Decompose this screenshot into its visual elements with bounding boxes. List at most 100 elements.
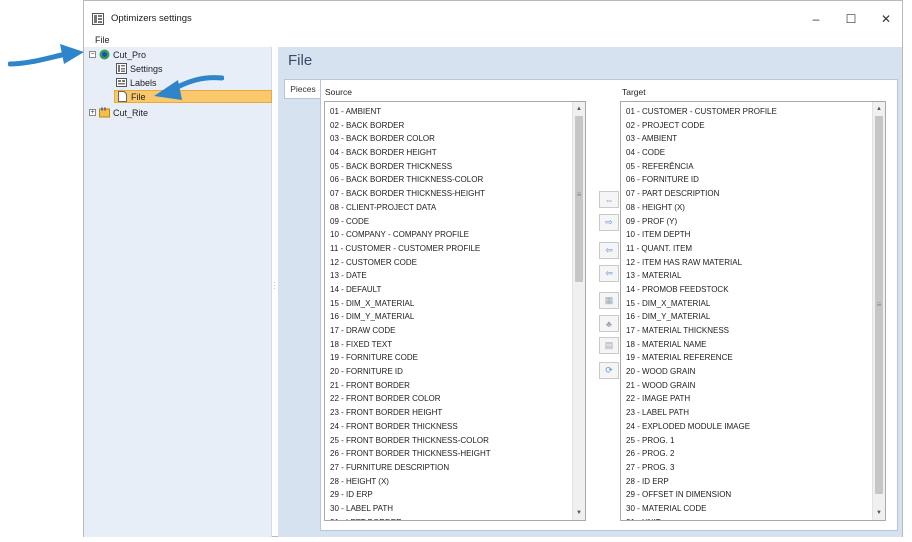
list-item[interactable]: 04 - CODE (626, 146, 885, 160)
list-item[interactable]: 19 - MATERIAL REFERENCE (626, 351, 885, 365)
list-item[interactable]: 18 - FIXED TEXT (330, 338, 585, 352)
list-item[interactable]: 06 - BACK BORDER THICKNESS-COLOR (330, 173, 585, 187)
list-item[interactable]: 26 - FRONT BORDER THICKNESS-HEIGHT (330, 447, 585, 461)
remove-button[interactable]: ⇦ (599, 242, 619, 259)
list-item[interactable]: 22 - IMAGE PATH (626, 392, 885, 406)
list-item[interactable]: 01 - AMBIENT (330, 105, 585, 119)
source-list[interactable]: 01 - AMBIENT 02 - BACK BORDER 03 - BACK BO… (324, 101, 586, 521)
list-item[interactable]: 30 - MATERIAL CODE (626, 502, 885, 516)
list-item[interactable]: 29 - OFFSET IN DIMENSION (626, 488, 885, 502)
target-scrollbar[interactable]: ▲ ≡ ▼ (872, 102, 885, 520)
tree-node-cut-rite[interactable]: + Cut_Rite (89, 106, 148, 119)
list-item[interactable]: 11 - QUANT. ITEM (626, 242, 885, 256)
scroll-thumb[interactable] (575, 116, 583, 282)
list-item[interactable]: 24 - FRONT BORDER THICKNESS (330, 420, 585, 434)
annotation-arrow-icon (8, 44, 84, 67)
tree-item-labels[interactable]: Labels (116, 76, 157, 89)
list-item[interactable]: 22 - FRONT BORDER COLOR (330, 392, 585, 406)
maximize-button[interactable]: ☐ (834, 8, 868, 30)
list-item[interactable]: 21 - FRONT BORDER (330, 379, 585, 393)
list-item[interactable]: 14 - DEFAULT (330, 283, 585, 297)
list-item[interactable]: 10 - COMPANY - COMPANY PROFILE (330, 228, 585, 242)
target-list[interactable]: 01 - CUSTOMER - CUSTOMER PROFILE 02 - PRO… (620, 101, 886, 521)
list-item[interactable]: 12 - CUSTOMER CODE (330, 256, 585, 270)
tree-node-cut-pro[interactable]: − Cut_Pro (89, 48, 146, 61)
list-item[interactable]: 07 - BACK BORDER THICKNESS-HEIGHT (330, 187, 585, 201)
list-item[interactable]: 08 - HEIGHT (X) (626, 201, 885, 215)
list-item[interactable]: 16 - DIM_Y_MATERIAL (330, 310, 585, 324)
scroll-up-icon[interactable]: ▲ (573, 103, 585, 115)
list-item[interactable]: 11 - CUSTOMER - CUSTOMER PROFILE (330, 242, 585, 256)
list-item[interactable]: 02 - PROJECT CODE (626, 119, 885, 133)
collapse-toggle[interactable]: − (89, 51, 96, 58)
list-item[interactable]: 07 - PART DESCRIPTION (626, 187, 885, 201)
list-item[interactable]: 21 - WOOD GRAIN (626, 379, 885, 393)
list-item[interactable]: 17 - MATERIAL THICKNESS (626, 324, 885, 338)
list-item[interactable]: 13 - DATE (330, 269, 585, 283)
expand-toggle[interactable]: + (89, 109, 96, 116)
list-item[interactable]: 31 - UNIT (626, 516, 885, 520)
list-item[interactable]: 10 - ITEM DEPTH (626, 228, 885, 242)
list-item[interactable]: 12 - ITEM HAS RAW MATERIAL (626, 256, 885, 270)
close-button[interactable]: ✕ (869, 8, 903, 30)
target-label: Target (622, 87, 646, 97)
list-item[interactable]: 28 - ID ERP (626, 475, 885, 489)
list-item[interactable]: 13 - MATERIAL (626, 269, 885, 283)
settings-icon (116, 63, 127, 74)
list-item[interactable]: 26 - PROG. 2 (626, 447, 885, 461)
list-item[interactable]: 09 - CODE (330, 215, 585, 229)
refresh-button[interactable]: ⟳ (599, 362, 619, 379)
list-item[interactable]: 23 - FRONT BORDER HEIGHT (330, 406, 585, 420)
list-item[interactable]: 06 - FORNITURE ID (626, 173, 885, 187)
list-item[interactable]: 14 - PROMOB FEEDSTOCK (626, 283, 885, 297)
list-item[interactable]: 27 - PROG. 3 (626, 461, 885, 475)
list-item[interactable]: 05 - BACK BORDER THICKNESS (330, 160, 585, 174)
arrow-right-icon: ⇨ (605, 217, 613, 227)
list-item[interactable]: 08 - CLIENT-PROJECT DATA (330, 201, 585, 215)
arrow-left-icon: ⇦ (605, 245, 613, 255)
tree-icon: ♣ (606, 318, 612, 329)
list-item[interactable]: 29 - ID ERP (330, 488, 585, 502)
list-item[interactable]: 25 - FRONT BORDER THICKNESS-COLOR (330, 434, 585, 448)
scroll-up-icon[interactable]: ▲ (873, 103, 885, 115)
tree-button[interactable]: ♣ (599, 315, 619, 332)
add-button[interactable]: ⇨ (599, 214, 619, 231)
list-item[interactable]: 28 - HEIGHT (X) (330, 475, 585, 489)
list-item[interactable]: 31 - LEFT BORDER (330, 516, 585, 520)
list-item[interactable]: 04 - BACK BORDER HEIGHT (330, 146, 585, 160)
scroll-down-icon[interactable]: ▼ (873, 507, 885, 519)
list-item[interactable]: 18 - MATERIAL NAME (626, 338, 885, 352)
list-item[interactable]: 02 - BACK BORDER (330, 119, 585, 133)
list-item[interactable]: 03 - BACK BORDER COLOR (330, 132, 585, 146)
list-item[interactable]: 20 - FORNITURE ID (330, 365, 585, 379)
menu-file[interactable]: File (95, 35, 110, 45)
list-item[interactable]: 24 - EXPLODED MODULE IMAGE (626, 420, 885, 434)
list-item[interactable]: 30 - LABEL PATH (330, 502, 585, 516)
splitter-grip[interactable]: · · · (273, 279, 277, 295)
scroll-down-icon[interactable]: ▼ (573, 507, 585, 519)
title-bar: Optimizers settings – ☐ ✕ (84, 1, 902, 35)
list-item[interactable]: 15 - DIM_X_MATERIAL (330, 297, 585, 311)
add-all-button[interactable]: ⇔ (599, 191, 619, 208)
list-item[interactable]: 19 - FORNITURE CODE (330, 351, 585, 365)
list-item[interactable]: 09 - PROF (Y) (626, 215, 885, 229)
mapping-panel: Source 01 - AMBIENT 02 - BACK BORDER 03 - … (320, 79, 898, 531)
remove-all-button[interactable]: ⇦ (599, 265, 619, 282)
list-item[interactable]: 03 - AMBIENT (626, 132, 885, 146)
list-item[interactable]: 20 - WOOD GRAIN (626, 365, 885, 379)
columns-button[interactable]: ▤ (599, 337, 619, 354)
list-item[interactable]: 05 - REFERÊNCIA (626, 160, 885, 174)
minimize-button[interactable]: – (799, 8, 833, 30)
app-icon (92, 13, 104, 25)
cut-rite-icon (99, 107, 110, 118)
list-item[interactable]: 23 - LABEL PATH (626, 406, 885, 420)
list-item[interactable]: 27 - FURNITURE DESCRIPTION (330, 461, 585, 475)
list-item[interactable]: 01 - CUSTOMER - CUSTOMER PROFILE (626, 105, 885, 119)
list-item[interactable]: 15 - DIM_X_MATERIAL (626, 297, 885, 311)
list-item[interactable]: 16 - DIM_Y_MATERIAL (626, 310, 885, 324)
list-item[interactable]: 25 - PROG. 1 (626, 434, 885, 448)
tab-pieces[interactable]: Pieces (284, 79, 321, 99)
grid-button[interactable]: ▦ (599, 292, 619, 309)
source-scrollbar[interactable]: ▲ ≡ ▼ (572, 102, 585, 520)
list-item[interactable]: 17 - DRAW CODE (330, 324, 585, 338)
